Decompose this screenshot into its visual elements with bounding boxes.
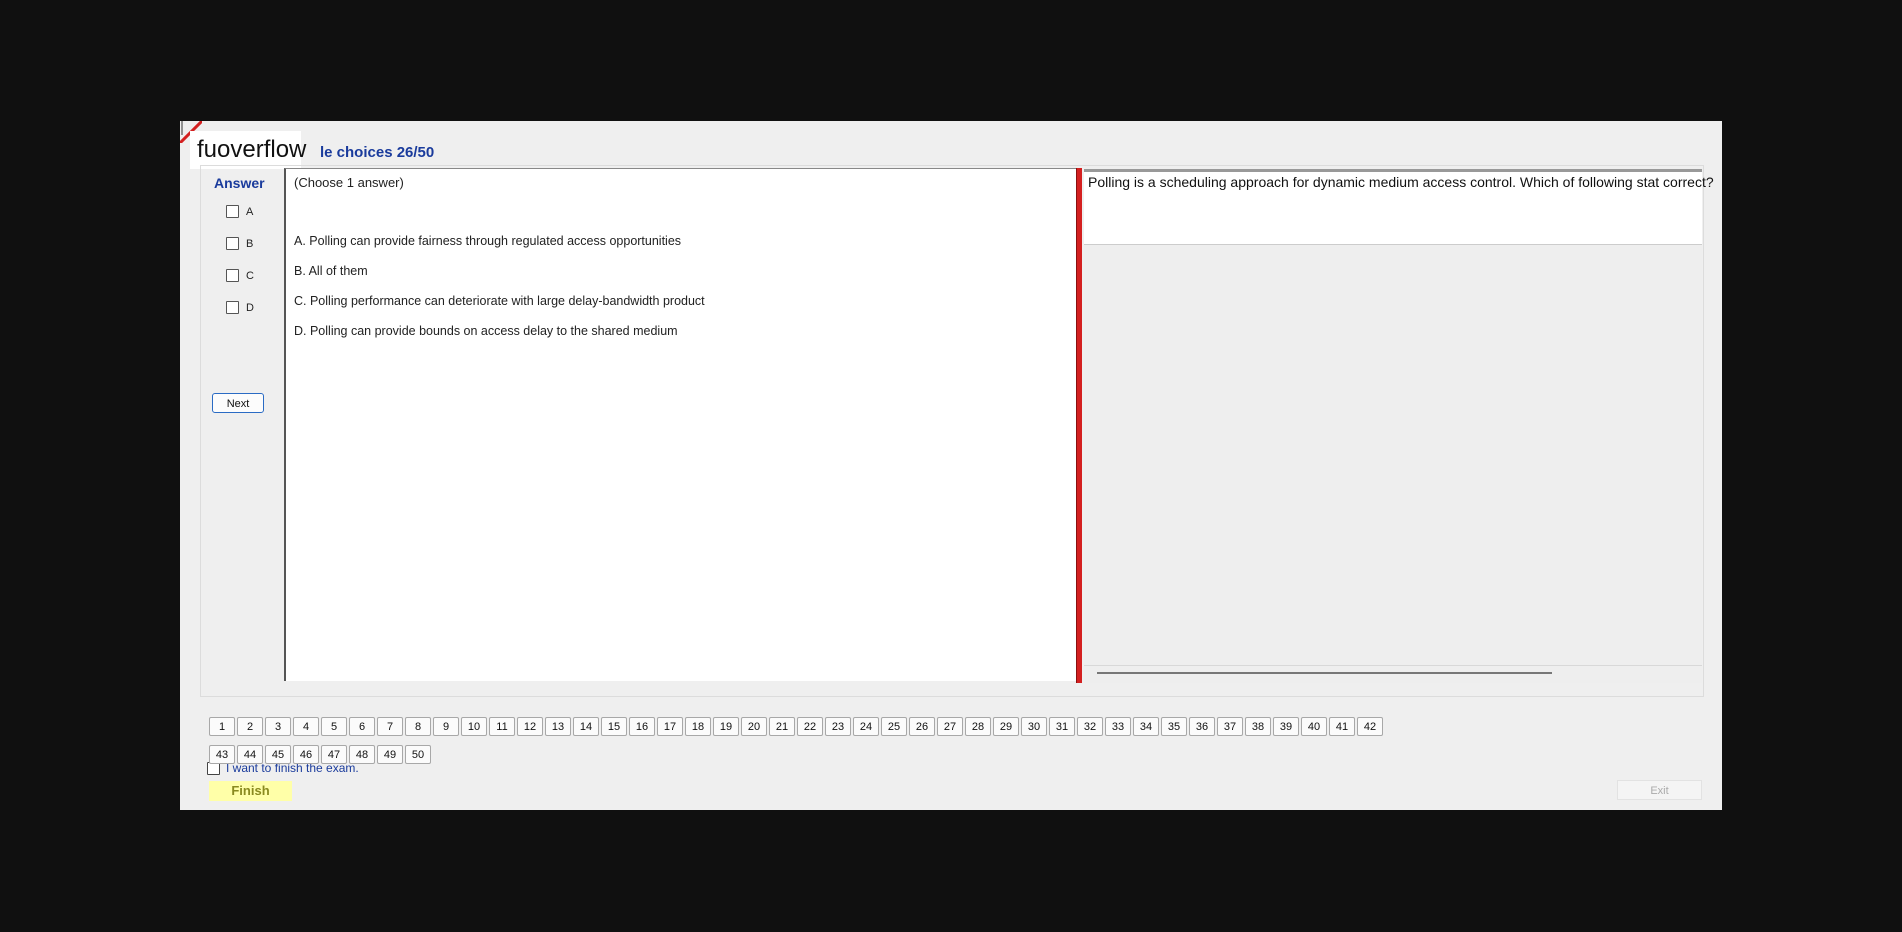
question-number-button[interactable]: 21	[769, 717, 795, 736]
question-number-button[interactable]: 26	[909, 717, 935, 736]
question-number-button[interactable]: 46	[293, 745, 319, 764]
question-number-button[interactable]: 47	[321, 745, 347, 764]
question-number-button[interactable]: 14	[573, 717, 599, 736]
question-number-button[interactable]: 7	[377, 717, 403, 736]
question-number-button[interactable]: 24	[853, 717, 879, 736]
answer-option-b[interactable]: B	[226, 237, 253, 250]
question-number-button[interactable]: 48	[349, 745, 375, 764]
choice-c: C. Polling performance can deteriorate w…	[294, 294, 705, 308]
question-number-button[interactable]: 31	[1049, 717, 1075, 736]
question-panel: (Choose 1 answer) A. Polling can provide…	[284, 168, 1078, 681]
question-number-button[interactable]: 13	[545, 717, 571, 736]
option-label: A	[246, 205, 254, 218]
question-number-button[interactable]: 29	[993, 717, 1019, 736]
question-number-button[interactable]: 5	[321, 717, 347, 736]
question-number-button[interactable]: 27	[937, 717, 963, 736]
question-number-button[interactable]: 40	[1301, 717, 1327, 736]
answer-option-a[interactable]: A	[226, 205, 253, 218]
question-number-button[interactable]: 2	[237, 717, 263, 736]
option-label: C	[246, 269, 254, 282]
question-number-button[interactable]: 19	[713, 717, 739, 736]
watermark-logo: fuoverflow	[190, 131, 306, 169]
question-number-button[interactable]: 4	[293, 717, 319, 736]
question-number-button[interactable]: 8	[405, 717, 431, 736]
question-number-button[interactable]: 9	[433, 717, 459, 736]
question-number-button[interactable]: 3	[265, 717, 291, 736]
question-number-button[interactable]: 49	[377, 745, 403, 764]
question-number-button[interactable]: 32	[1077, 717, 1103, 736]
next-button[interactable]: Next	[212, 393, 264, 413]
page-title: le choices 26/50	[320, 144, 435, 161]
choice-d: D. Polling can provide bounds on access …	[294, 324, 678, 338]
question-number-button[interactable]: 44	[237, 745, 263, 764]
horizontal-scrollbar[interactable]	[1097, 672, 1552, 674]
question-number-button[interactable]: 11	[489, 717, 515, 736]
question-number-button[interactable]: 43	[209, 745, 235, 764]
question-number-button[interactable]: 1	[209, 717, 235, 736]
question-number-button[interactable]: 30	[1021, 717, 1047, 736]
exit-button[interactable]: Exit	[1617, 780, 1702, 800]
question-number-button[interactable]: 36	[1189, 717, 1215, 736]
question-number-button[interactable]: 15	[601, 717, 627, 736]
question-number-button[interactable]: 10	[461, 717, 487, 736]
checkbox-b[interactable]	[226, 237, 239, 250]
scroll-track	[1084, 665, 1702, 666]
choose-note: (Choose 1 answer)	[294, 175, 404, 190]
question-number-button[interactable]: 33	[1105, 717, 1131, 736]
question-number-button[interactable]: 34	[1133, 717, 1159, 736]
checkbox-d[interactable]	[226, 301, 239, 314]
choice-b: B. All of them	[294, 264, 368, 278]
option-label: D	[246, 301, 254, 314]
checkbox-a[interactable]	[226, 205, 239, 218]
question-number-button[interactable]: 22	[797, 717, 823, 736]
finish-button[interactable]: Finish	[209, 781, 292, 801]
question-number-button[interactable]: 28	[965, 717, 991, 736]
question-number-button[interactable]: 38	[1245, 717, 1271, 736]
question-number-button[interactable]: 23	[825, 717, 851, 736]
question-number-button[interactable]: 25	[881, 717, 907, 736]
question-number-button[interactable]: 50	[405, 745, 431, 764]
stem-box: Polling is a scheduling approach for dyn…	[1084, 172, 1714, 245]
question-number-button[interactable]: 39	[1273, 717, 1299, 736]
question-number-button[interactable]: 16	[629, 717, 655, 736]
answer-option-d[interactable]: D	[226, 301, 254, 314]
option-label: B	[246, 237, 254, 250]
question-number-button[interactable]: 45	[265, 745, 291, 764]
question-number-button[interactable]: 18	[685, 717, 711, 736]
exam-window: le choices 26/50 fuoverflow Answer A B C…	[180, 121, 1722, 810]
question-stem-panel: Polling is a scheduling approach for dyn…	[1084, 169, 1714, 683]
question-number-button[interactable]: 12	[517, 717, 543, 736]
question-number-button[interactable]: 37	[1217, 717, 1243, 736]
answer-option-c[interactable]: C	[226, 269, 254, 282]
answer-label: Answer	[214, 175, 265, 191]
choice-a: A. Polling can provide fairness through …	[294, 234, 682, 248]
question-number-button[interactable]: 42	[1357, 717, 1383, 736]
question-number-button[interactable]: 17	[657, 717, 683, 736]
question-number-button[interactable]: 20	[741, 717, 767, 736]
panel-splitter[interactable]	[1076, 168, 1082, 683]
question-number-button[interactable]: 35	[1161, 717, 1187, 736]
question-number-button[interactable]: 41	[1329, 717, 1355, 736]
question-number-button[interactable]: 6	[349, 717, 375, 736]
checkbox-c[interactable]	[226, 269, 239, 282]
question-stem: Polling is a scheduling approach for dyn…	[1088, 174, 1714, 190]
